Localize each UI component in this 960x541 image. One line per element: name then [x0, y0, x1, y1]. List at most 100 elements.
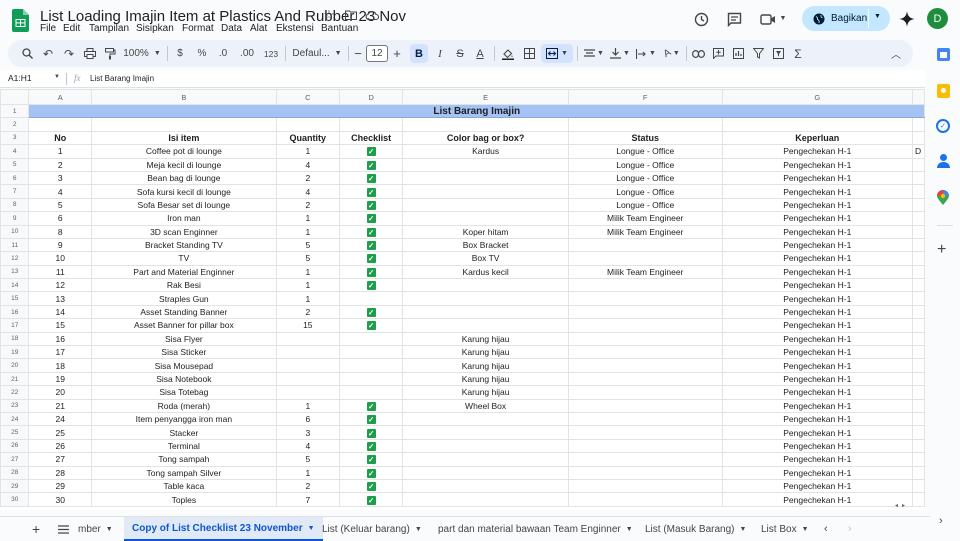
checkbox-checked-icon[interactable]: ✓	[366, 308, 376, 318]
row-header[interactable]: 8	[0, 197, 30, 213]
cell[interactable]	[338, 117, 404, 132]
cell-status[interactable]	[567, 304, 723, 320]
cell-quantity[interactable]	[275, 385, 340, 400]
cell-status[interactable]	[567, 251, 723, 266]
cell-keperluan[interactable]: Pengechekan H-1	[721, 197, 913, 213]
header-cell-bag[interactable]: Color bag or box?	[402, 130, 569, 146]
cell-checklist[interactable]: ✓	[338, 157, 404, 172]
checkbox-checked-icon[interactable]: ✓	[366, 281, 376, 291]
cell-bag[interactable]	[402, 411, 569, 427]
row-header[interactable]: 14	[0, 278, 30, 293]
cell-item[interactable]: Tong sampah Silver	[91, 465, 277, 480]
cell-no[interactable]: 27	[28, 452, 93, 467]
tasks-icon[interactable]: ✓	[936, 119, 950, 133]
cell-overflow[interactable]	[911, 251, 925, 266]
cell-no[interactable]: 25	[28, 425, 93, 440]
cell-status[interactable]	[567, 278, 723, 293]
cell-bag[interactable]	[402, 318, 569, 333]
cell-checklist[interactable]	[338, 291, 404, 306]
menu-format[interactable]: Format	[182, 23, 214, 34]
cell-overflow[interactable]	[911, 197, 925, 213]
sheet-tab[interactable]: List (Keluar barang) ▼	[322, 517, 422, 541]
cell-overflow[interactable]	[911, 304, 925, 320]
sheets-logo-icon[interactable]	[12, 9, 29, 32]
add-sheet-icon[interactable]: +	[32, 517, 40, 541]
cell-quantity[interactable]: 5	[275, 452, 340, 467]
cell-item[interactable]: Meja kecil di lounge	[91, 157, 277, 172]
redo-icon[interactable]: ↷	[61, 40, 77, 67]
column-header[interactable]: E	[402, 89, 569, 105]
cell-bag[interactable]	[402, 170, 569, 186]
cell-no[interactable]: 19	[28, 371, 93, 387]
zoom-select[interactable]: 100% ▼	[122, 40, 162, 67]
cell-checklist[interactable]	[338, 345, 404, 360]
collapse-toolbar-icon[interactable]: ︿	[888, 40, 904, 67]
font-size-input[interactable]: 12	[366, 45, 388, 62]
checkbox-checked-icon[interactable]: ✓	[366, 160, 376, 170]
text-rotation-icon[interactable]: A ▼	[660, 40, 684, 67]
row-header[interactable]: 17	[0, 318, 30, 333]
cell-overflow[interactable]	[911, 237, 925, 253]
filter-icon[interactable]	[750, 40, 766, 67]
cell-status[interactable]: Longue - Office	[567, 170, 723, 186]
cell-keperluan[interactable]: Pengechekan H-1	[721, 331, 913, 347]
name-box[interactable]: A1:H1 ▼	[8, 73, 66, 85]
cell-overflow[interactable]	[911, 157, 925, 172]
cell-checklist[interactable]: ✓	[338, 237, 404, 253]
checkbox-checked-icon[interactable]: ✓	[366, 214, 376, 224]
cell-keperluan[interactable]: Pengechekan H-1	[721, 184, 913, 199]
cell-item[interactable]: Coffee pot di lounge	[91, 144, 277, 159]
cell-bag[interactable]	[402, 452, 569, 467]
cell-checklist[interactable]: ✓	[338, 438, 404, 454]
menu-help[interactable]: Bantuan	[321, 23, 358, 34]
cell-no[interactable]: 24	[28, 411, 93, 427]
increase-font-size-button[interactable]: +	[390, 40, 404, 67]
cell-quantity[interactable]: 2	[275, 304, 340, 320]
cell-checklist[interactable]: ✓	[338, 452, 404, 467]
menu-insert[interactable]: Sisipkan	[136, 23, 174, 34]
merge-cells-icon[interactable]: ▼	[541, 44, 573, 63]
borders-icon[interactable]	[521, 40, 537, 67]
checkbox-checked-icon[interactable]: ✓	[366, 482, 376, 492]
menu-edit[interactable]: Edit	[63, 23, 80, 34]
maps-icon[interactable]	[937, 190, 949, 205]
chevron-down-icon[interactable]: ▼	[778, 11, 788, 25]
cell-item[interactable]: Item penyangga iron man	[91, 411, 277, 427]
cell-keperluan[interactable]: Pengechekan H-1	[721, 291, 913, 306]
header-cell-keperluan[interactable]: Keperluan	[721, 130, 913, 146]
cell-bag[interactable]	[402, 425, 569, 440]
row-header[interactable]: 18	[0, 331, 30, 347]
cell-overflow[interactable]	[911, 398, 925, 413]
cell-quantity[interactable]	[275, 358, 340, 373]
checkbox-checked-icon[interactable]: ✓	[366, 241, 376, 251]
cell-bag[interactable]: Karung hijau	[402, 358, 569, 373]
column-header[interactable]: D	[338, 89, 404, 105]
cell-quantity[interactable]: 2	[275, 197, 340, 213]
sheet-tab[interactable]: part dan material bawaan Team Enginner ▼	[438, 517, 633, 541]
expand-side-panel-icon[interactable]: ›	[939, 515, 943, 527]
spreadsheet-grid[interactable]: A B C D E F G 1 List Barang Imajin 2 3 N…	[0, 89, 925, 510]
cell-keperluan[interactable]: Pengechekan H-1	[721, 398, 913, 413]
cell-status[interactable]	[567, 411, 723, 427]
cell-overflow[interactable]	[911, 452, 925, 467]
menu-tools[interactable]: Alat	[250, 23, 267, 34]
cell-item[interactable]: Terminal	[91, 438, 277, 454]
cell-status[interactable]	[567, 358, 723, 373]
cell-keperluan[interactable]: Pengechekan H-1	[721, 157, 913, 172]
cell-keperluan[interactable]: Pengechekan H-1	[721, 170, 913, 186]
checkbox-checked-icon[interactable]: ✓	[366, 174, 376, 184]
column-header[interactable]: C	[275, 89, 340, 105]
cell-quantity[interactable]	[275, 345, 340, 360]
functions-icon[interactable]: Σ	[790, 40, 806, 67]
cell-overflow[interactable]	[911, 318, 925, 333]
cell-keperluan[interactable]: Pengechekan H-1	[721, 144, 913, 159]
row-header[interactable]: 3	[0, 130, 30, 146]
row-header[interactable]: 25	[0, 425, 30, 440]
cell-bag[interactable]	[402, 478, 569, 494]
cell-bag[interactable]: Karung hijau	[402, 371, 569, 387]
text-wrapping-icon[interactable]: ▼	[634, 40, 658, 67]
checkbox-checked-icon[interactable]: ✓	[366, 428, 376, 438]
sheet-tab[interactable]: List (Masuk Barang) ▼	[645, 517, 746, 541]
cell-overflow[interactable]	[911, 385, 925, 400]
checkbox-checked-icon[interactable]: ✓	[366, 147, 376, 157]
